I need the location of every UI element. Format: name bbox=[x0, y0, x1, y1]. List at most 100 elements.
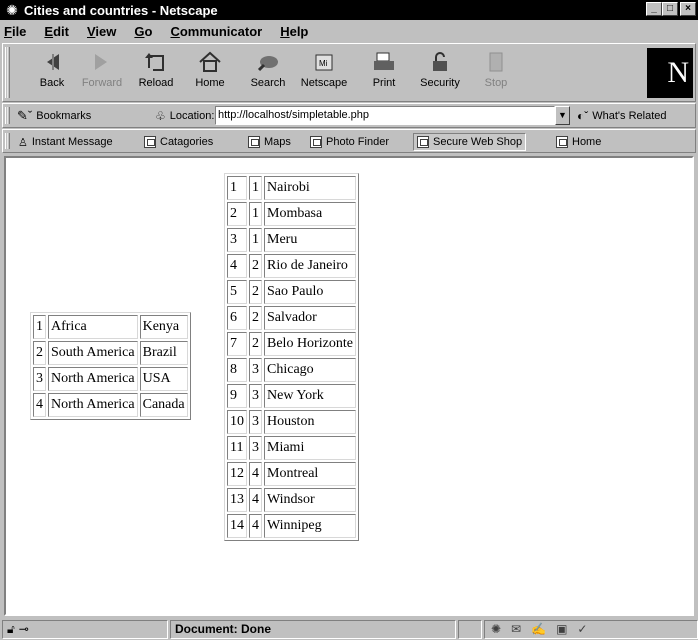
browser-window: ✺ Cities and countries - Netscape _ □ × … bbox=[0, 0, 698, 640]
menu-view[interactable]: View bbox=[87, 24, 116, 39]
table-cell: 13 bbox=[227, 488, 247, 512]
title-bar: ✺ Cities and countries - Netscape _ □ × bbox=[0, 0, 698, 20]
table-cell: Mombasa bbox=[264, 202, 356, 226]
menu-help[interactable]: Help bbox=[280, 24, 308, 39]
url-dropdown-button[interactable]: ▼ bbox=[555, 106, 570, 125]
table-cell: Miami bbox=[264, 436, 356, 460]
table-cell: North America bbox=[48, 393, 138, 417]
table-cell: 2 bbox=[33, 341, 46, 365]
forward-button[interactable]: Forward bbox=[75, 48, 129, 98]
table-cell: Canada bbox=[139, 393, 188, 417]
bookmark-page-icon bbox=[310, 136, 322, 148]
catagories-link[interactable]: Catagories bbox=[141, 133, 216, 151]
stop-button[interactable]: Stop bbox=[469, 48, 523, 98]
reload-label: Reload bbox=[138, 77, 174, 89]
netscape-button[interactable]: Mi Netscape bbox=[297, 48, 351, 98]
instant-message-icon: ♙ bbox=[18, 136, 28, 149]
navigator-icon[interactable]: ✺ bbox=[491, 622, 501, 636]
table-row: 2 South America Brazil bbox=[33, 341, 188, 365]
maps-label: Maps bbox=[264, 136, 291, 148]
reload-button[interactable]: Reload bbox=[129, 48, 183, 98]
home-link[interactable]: Home bbox=[553, 133, 604, 151]
forward-label: Forward bbox=[81, 77, 123, 89]
menu-communicator[interactable]: Communicator bbox=[170, 24, 262, 39]
table-cell: 14 bbox=[227, 514, 247, 538]
table-cell: USA bbox=[139, 367, 188, 391]
netscape-mail-icon: Mi bbox=[315, 54, 333, 71]
table-cell: Montreal bbox=[264, 462, 356, 486]
table-cell: 2 bbox=[249, 254, 262, 278]
print-button[interactable]: Print bbox=[357, 48, 411, 98]
toolbar-grip[interactable] bbox=[5, 47, 10, 98]
table-cell: Kenya bbox=[139, 315, 188, 339]
status-bar: 🔓︎ ⊸ Document: Done ✺ ✉ ✍ ▣ ✓ bbox=[0, 618, 698, 640]
instant-message-button[interactable]: ♙ Instant Message bbox=[15, 133, 116, 151]
instant-message-label: Instant Message bbox=[31, 136, 113, 148]
security-button[interactable]: Security bbox=[413, 48, 467, 98]
maps-link[interactable]: Maps bbox=[245, 133, 294, 151]
minimize-button[interactable]: _ bbox=[646, 2, 662, 16]
table-cell: Chicago bbox=[264, 358, 356, 382]
back-arrow-icon bbox=[47, 54, 59, 70]
table-cell: 1 bbox=[33, 315, 46, 339]
table-row: 9 3 New York bbox=[227, 384, 356, 408]
page-proxy-icon[interactable]: ♧ bbox=[155, 109, 166, 123]
secure-web-shop-link[interactable]: Secure Web Shop bbox=[413, 133, 527, 151]
table-cell: 5 bbox=[227, 280, 247, 304]
table-row: 14 4 Winnipeg bbox=[227, 514, 356, 538]
table-cell: Belo Horizonte bbox=[264, 332, 356, 356]
table-cell: Rio de Janeiro bbox=[264, 254, 356, 278]
table-row: 10 3 Houston bbox=[227, 410, 356, 434]
bookmarks-button[interactable]: ✎ˇ Bookmarks bbox=[17, 108, 91, 124]
table-cell: 3 bbox=[249, 384, 262, 408]
table-cell: Winnipeg bbox=[264, 514, 356, 538]
catagories-label: Catagories bbox=[160, 136, 214, 148]
close-button[interactable]: × bbox=[680, 2, 696, 16]
table-cell: 3 bbox=[249, 436, 262, 460]
table-cell: 1 bbox=[249, 228, 262, 252]
window-controls: _ □ × bbox=[646, 2, 696, 16]
location-label-group: ♧ Location: bbox=[155, 109, 214, 123]
toolbar-grip[interactable] bbox=[5, 107, 10, 124]
menu-edit[interactable]: Edit bbox=[44, 24, 69, 39]
reload-icon bbox=[145, 53, 164, 71]
netscape-label: Netscape bbox=[300, 77, 348, 89]
search-button[interactable]: Search bbox=[241, 48, 295, 98]
page-content: 1 Africa Kenya 2 South America Brazil 3 North A… bbox=[4, 156, 694, 616]
instant-messenger-icon[interactable]: ✓ bbox=[577, 622, 587, 636]
table-cell: 4 bbox=[33, 393, 46, 417]
address-book-icon[interactable]: ▣ bbox=[556, 622, 567, 636]
menu-go[interactable]: Go bbox=[134, 24, 152, 39]
whats-related-icon: ◐ˇ bbox=[577, 109, 589, 123]
table-cell: 4 bbox=[249, 488, 262, 512]
photo-finder-link[interactable]: Photo Finder bbox=[307, 133, 392, 151]
table-row: 2 1 Mombasa bbox=[227, 202, 356, 226]
url-field[interactable]: http://localhost/simpletable.php bbox=[215, 106, 555, 125]
back-button[interactable]: Back bbox=[25, 48, 79, 98]
security-status-cell[interactable]: 🔓︎ ⊸ bbox=[2, 619, 168, 639]
composer-icon[interactable]: ✍ bbox=[531, 622, 546, 636]
bookmark-page-icon bbox=[248, 136, 260, 148]
maximize-button[interactable]: □ bbox=[662, 2, 678, 16]
home-button[interactable]: Home bbox=[183, 48, 237, 98]
bookmarks-icon: ✎ˇ bbox=[17, 108, 33, 123]
table-row: 4 North America Canada bbox=[33, 393, 188, 417]
table-cell: 9 bbox=[227, 384, 247, 408]
menu-file[interactable]: File bbox=[4, 24, 26, 39]
status-text: Document: Done bbox=[170, 619, 456, 639]
security-lock-icon: 🔓︎ bbox=[7, 621, 15, 636]
table-row: 4 2 Rio de Janeiro bbox=[227, 254, 356, 278]
netscape-logo[interactable]: N bbox=[647, 48, 693, 98]
mail-icon[interactable]: ✉ bbox=[511, 622, 521, 636]
padlock-icon bbox=[433, 52, 447, 71]
table-cell: 4 bbox=[249, 462, 262, 486]
table-cell: South America bbox=[48, 341, 138, 365]
table-cell: 1 bbox=[249, 176, 262, 200]
table-row: 1 Africa Kenya bbox=[33, 315, 188, 339]
netscape-app-icon: ✺ bbox=[6, 2, 18, 18]
stop-label: Stop bbox=[484, 77, 508, 89]
table-cell: 2 bbox=[249, 306, 262, 330]
whats-related-button[interactable]: ◐ˇ What's Related bbox=[577, 109, 667, 123]
toolbar-grip[interactable] bbox=[5, 133, 10, 149]
table-row: 5 2 Sao Paulo bbox=[227, 280, 356, 304]
